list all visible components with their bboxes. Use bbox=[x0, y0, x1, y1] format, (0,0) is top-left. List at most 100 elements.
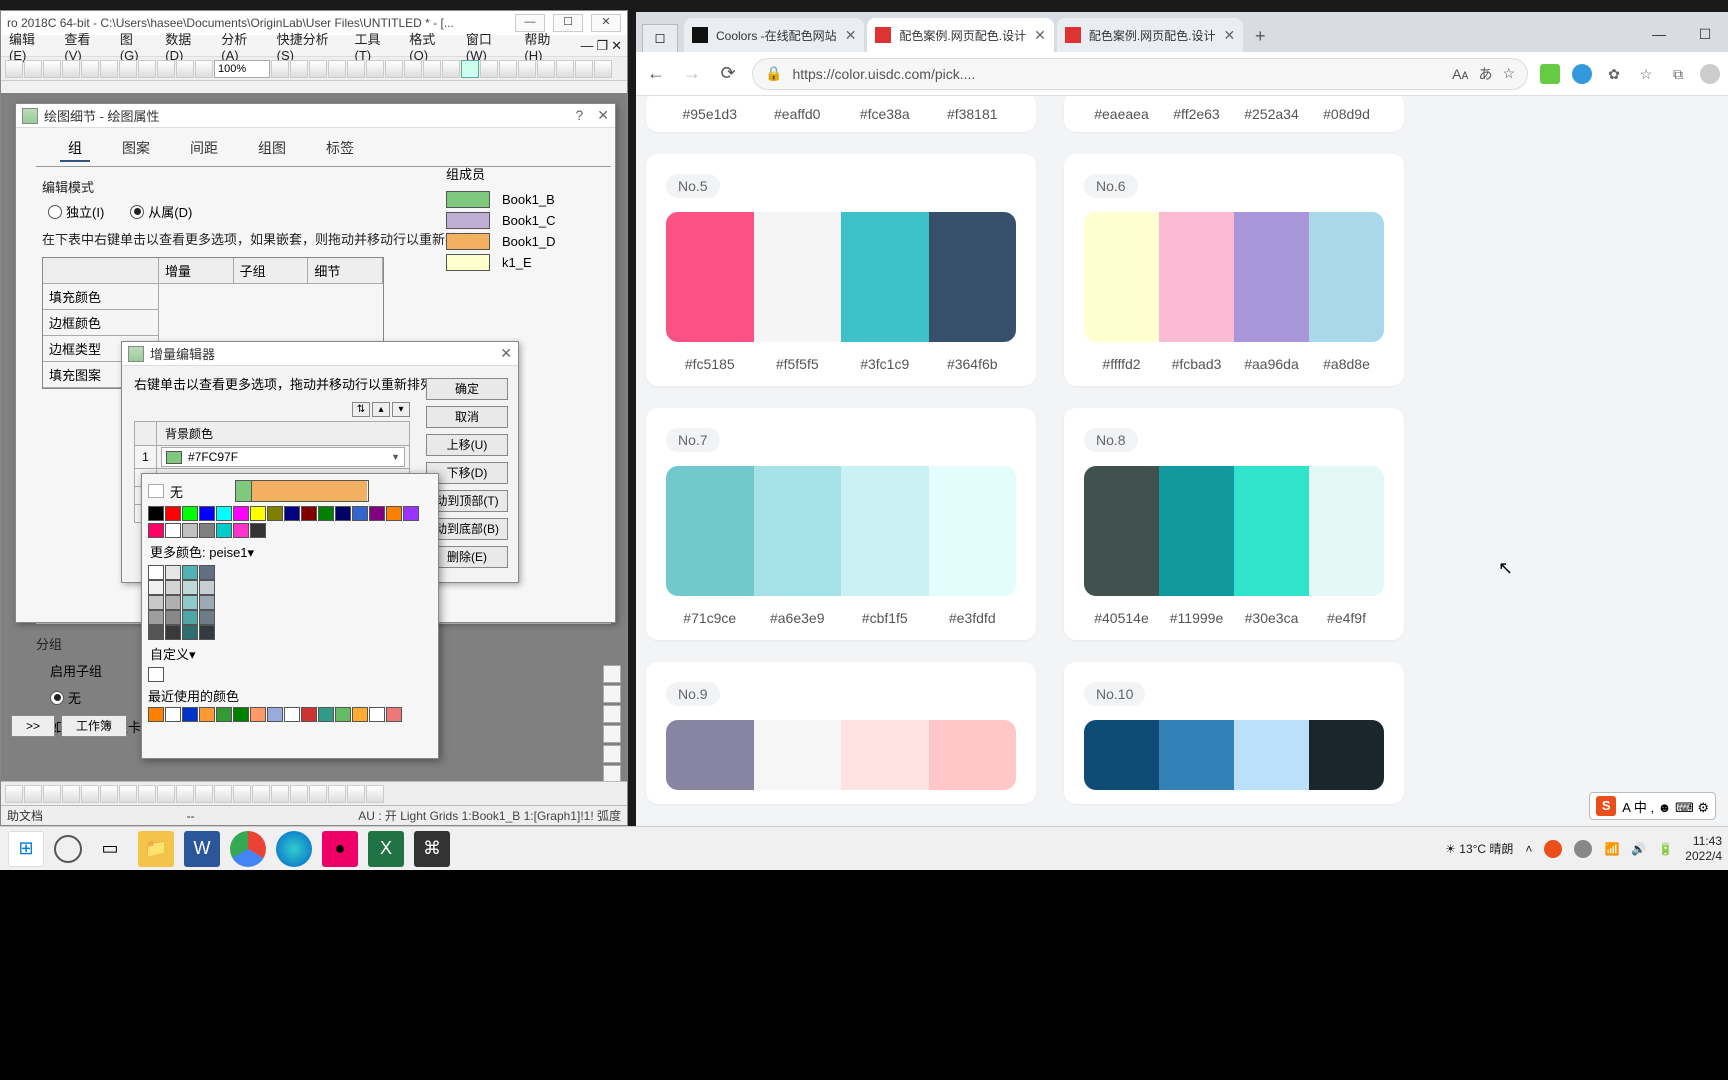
tray-chevron-icon[interactable]: ˄ bbox=[1525, 842, 1532, 856]
clock-time[interactable]: 11:43 bbox=[1685, 834, 1722, 848]
toolbar-btn[interactable] bbox=[328, 785, 346, 803]
color-combo-1[interactable]: #7FC97F ▼ bbox=[161, 447, 405, 467]
radio-independent[interactable]: 独立(I) bbox=[48, 202, 104, 221]
toolbar-btn[interactable] bbox=[157, 785, 175, 803]
menu-data[interactable]: 数据(D) bbox=[165, 29, 203, 63]
none-swatch[interactable] bbox=[148, 484, 164, 498]
palette-swatch[interactable] bbox=[841, 212, 929, 342]
palette-swatch[interactable] bbox=[1234, 212, 1309, 342]
toolbar-btn[interactable] bbox=[62, 785, 80, 803]
more-colors-button[interactable]: 更多颜色: peise1▾ bbox=[148, 538, 432, 565]
cancel-button[interactable]: 取消 bbox=[426, 406, 508, 428]
color-swatch[interactable] bbox=[182, 506, 198, 521]
menu-analysis[interactable]: 分析(A) bbox=[221, 29, 258, 63]
color-swatch[interactable] bbox=[148, 610, 164, 625]
color-swatch[interactable] bbox=[199, 595, 215, 610]
tab-spacing[interactable]: 间距 bbox=[182, 136, 226, 162]
color-swatch[interactable] bbox=[148, 523, 164, 538]
help-icon[interactable]: ? bbox=[575, 107, 583, 124]
tray-sogou-icon[interactable] bbox=[1544, 840, 1562, 858]
toolbar-btn[interactable] bbox=[81, 785, 99, 803]
none-label[interactable]: 无 bbox=[170, 482, 183, 501]
expand-button[interactable]: >> bbox=[11, 715, 55, 737]
swap-icon[interactable]: ⇅ bbox=[352, 402, 370, 417]
favorite-icon[interactable]: ☆ bbox=[1502, 65, 1515, 82]
chevron-down-icon[interactable]: ▼ bbox=[391, 452, 400, 462]
color-swatch[interactable] bbox=[250, 707, 266, 722]
color-swatch[interactable] bbox=[182, 595, 198, 610]
toolbar-btn[interactable] bbox=[290, 785, 308, 803]
palette-swatch[interactable] bbox=[1234, 466, 1309, 596]
toolbar-btn[interactable] bbox=[100, 785, 118, 803]
toolbar-btn[interactable] bbox=[214, 785, 232, 803]
browser-tab[interactable]: Coolors -在线配色网站✕ bbox=[684, 18, 864, 52]
custom-swatch[interactable] bbox=[148, 667, 164, 682]
toolbar-btn[interactable] bbox=[24, 785, 42, 803]
color-swatch[interactable] bbox=[233, 523, 249, 538]
color-swatch[interactable] bbox=[148, 506, 164, 521]
palette-swatch[interactable] bbox=[1309, 720, 1384, 790]
toolbar-btn[interactable] bbox=[138, 785, 156, 803]
browser-page[interactable]: #95e1d3 #eaffd0 #fce38a #f38181 #eaeaea … bbox=[636, 96, 1728, 826]
palette-swatch[interactable] bbox=[1084, 466, 1159, 596]
tray-wifi-icon[interactable]: 📶 bbox=[1604, 842, 1619, 856]
color-swatch[interactable] bbox=[216, 506, 232, 521]
color-swatch[interactable] bbox=[199, 523, 215, 538]
color-swatch[interactable] bbox=[182, 523, 198, 538]
color-swatch[interactable] bbox=[182, 707, 198, 722]
tray-battery-icon[interactable]: 🔋 bbox=[1658, 842, 1673, 856]
toolbar-btn[interactable] bbox=[461, 60, 479, 78]
dialog-plot-titlebar[interactable]: 绘图细节 - 绘图属性 ?✕ bbox=[16, 104, 615, 128]
palette-swatch[interactable] bbox=[1309, 212, 1384, 342]
vtool[interactable] bbox=[603, 665, 621, 683]
custom-colors-button[interactable]: 自定义▾ bbox=[148, 640, 432, 667]
member-item[interactable]: Book1_C bbox=[446, 212, 555, 229]
palette-swatch[interactable] bbox=[754, 720, 842, 790]
close-tab-icon[interactable]: ✕ bbox=[1034, 27, 1046, 44]
toolbar-btn[interactable] bbox=[252, 785, 270, 803]
close-tab-icon[interactable]: ✕ bbox=[845, 27, 857, 44]
tab-group[interactable]: 组 bbox=[60, 136, 90, 162]
toolbar-btn[interactable] bbox=[271, 60, 289, 78]
forward-button[interactable]: → bbox=[680, 63, 704, 84]
browser-min-button[interactable]: — bbox=[1636, 18, 1682, 52]
toolbar-btn[interactable] bbox=[347, 60, 365, 78]
menu-view[interactable]: 查看(V) bbox=[64, 29, 101, 63]
radio-dependent[interactable]: 从属(D) bbox=[130, 202, 192, 221]
palette-swatch[interactable] bbox=[666, 212, 754, 342]
toolbar-btn[interactable] bbox=[480, 60, 498, 78]
color-swatch[interactable] bbox=[284, 707, 300, 722]
toolbar-btn[interactable] bbox=[233, 785, 251, 803]
color-swatch[interactable] bbox=[165, 565, 181, 580]
vtool[interactable] bbox=[603, 685, 621, 703]
vtool[interactable] bbox=[603, 725, 621, 743]
color-swatch[interactable] bbox=[233, 506, 249, 521]
color-swatch[interactable] bbox=[386, 707, 402, 722]
color-swatch[interactable] bbox=[165, 707, 181, 722]
toolbar-btn[interactable] bbox=[100, 60, 118, 78]
tab-pattern[interactable]: 图案 bbox=[114, 136, 158, 162]
toolbar-btn[interactable] bbox=[385, 60, 403, 78]
toolbar-btn[interactable] bbox=[81, 60, 99, 78]
toolbar-btn[interactable] bbox=[24, 60, 42, 78]
toolbar-btn[interactable] bbox=[518, 60, 536, 78]
mdi-close-icon[interactable]: ✕ bbox=[611, 38, 622, 54]
toolbar-btn[interactable] bbox=[556, 60, 574, 78]
color-swatch[interactable] bbox=[216, 707, 232, 722]
workbook-button[interactable]: 工作簿 bbox=[61, 715, 127, 737]
up-icon[interactable]: ▴ bbox=[372, 402, 390, 417]
toolbar-btn[interactable] bbox=[309, 785, 327, 803]
color-swatch[interactable] bbox=[352, 707, 368, 722]
color-swatch[interactable] bbox=[199, 610, 215, 625]
member-item[interactable]: k1_E bbox=[446, 254, 555, 271]
color-swatch[interactable] bbox=[165, 523, 181, 538]
vtool[interactable] bbox=[603, 745, 621, 763]
palette-swatch[interactable] bbox=[754, 466, 842, 596]
browser-max-button[interactable]: ☐ bbox=[1682, 18, 1728, 52]
toolbar-btn[interactable] bbox=[271, 785, 289, 803]
menu-quickanalysis[interactable]: 快捷分析(S) bbox=[277, 29, 337, 63]
toolbar-btn[interactable] bbox=[138, 60, 156, 78]
palette-swatch[interactable] bbox=[929, 466, 1017, 596]
toolbar-btn[interactable] bbox=[499, 60, 517, 78]
ext1-icon[interactable] bbox=[1540, 64, 1560, 84]
